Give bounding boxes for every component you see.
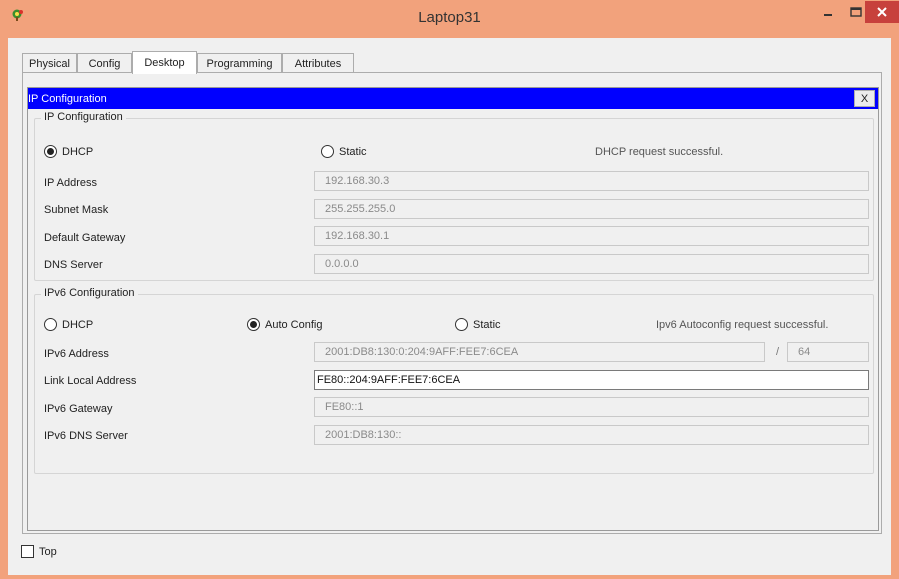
minimize-icon — [824, 14, 832, 16]
ipv6-gateway-label: IPv6 Gateway — [44, 403, 113, 415]
tab-desktop[interactable]: Desktop — [132, 51, 197, 74]
ipv6-dns-server-label: IPv6 DNS Server — [44, 430, 128, 442]
tab-physical[interactable]: Physical — [22, 53, 77, 73]
minimize-button[interactable] — [813, 1, 843, 23]
desktop-tab-panel: IP Configuration X IP Configuration DHCP… — [22, 72, 882, 534]
ip-configuration-header: IP Configuration X — [28, 88, 878, 109]
ip-address-label: IP Address — [44, 177, 97, 189]
ipv4-status-text: DHCP request successful. — [595, 146, 724, 158]
window-title: Laptop31 — [418, 9, 481, 26]
ipv6-static-label: Static — [473, 318, 501, 331]
ipv4-config-group: IP Configuration DHCP Static DHCP reques… — [34, 111, 874, 281]
dns-server-field[interactable]: 0.0.0.0 — [314, 254, 869, 274]
ipv6-prefix-length-field[interactable]: 64 — [787, 342, 869, 362]
ipv6-config-group: IPv6 Configuration DHCP Auto Config Stat… — [34, 287, 874, 474]
ip-address-field[interactable]: 192.168.30.3 — [314, 171, 869, 191]
top-checkbox[interactable]: Top — [21, 545, 57, 558]
ipv6-dhcp-label: DHCP — [62, 318, 94, 331]
ip-configuration-header-title: IP Configuration — [28, 92, 107, 105]
ipv6-static-radio[interactable]: Static — [455, 318, 501, 331]
radio-unselected-icon — [44, 318, 57, 331]
checkbox-unchecked-icon — [21, 545, 34, 558]
ipv6-gateway-field[interactable]: FE80::1 — [314, 397, 869, 417]
ipv4-static-label: Static — [339, 145, 367, 158]
ipv4-static-radio[interactable]: Static — [321, 145, 367, 158]
ipv4-dhcp-radio[interactable]: DHCP — [44, 145, 93, 158]
link-local-address-field[interactable]: FE80::204:9AFF:FEE7:6CEA — [314, 370, 869, 390]
tab-attributes-label: Attributes — [294, 57, 342, 70]
tab-programming-label: Programming — [206, 57, 273, 70]
radio-unselected-icon — [321, 145, 334, 158]
default-gateway-field[interactable]: 192.168.30.1 — [314, 226, 869, 246]
ip-configuration-close-button[interactable]: X — [854, 90, 875, 107]
close-button[interactable] — [865, 1, 899, 23]
ipv6-auto-config-radio[interactable]: Auto Config — [247, 318, 322, 331]
window: Laptop31 Physical Config Desktop Program… — [0, 0, 899, 579]
ip-configuration-close-label: X — [860, 92, 869, 105]
subnet-mask-field[interactable]: 255.255.255.0 — [314, 199, 869, 219]
default-gateway-label: Default Gateway — [44, 232, 126, 244]
client-area: Physical Config Desktop Programming Attr… — [8, 38, 891, 575]
ipv4-dhcp-label: DHCP — [62, 145, 94, 158]
tab-programming[interactable]: Programming — [197, 53, 282, 73]
ipv6-dhcp-radio[interactable]: DHCP — [44, 318, 93, 331]
radio-unselected-icon — [455, 318, 468, 331]
prefix-separator: / — [776, 346, 780, 358]
ipv6-status-text: Ipv6 Autoconfig request successful. — [656, 319, 829, 331]
subnet-mask-label: Subnet Mask — [44, 204, 109, 216]
radio-selected-icon — [44, 145, 57, 158]
ip-configuration-window: IP Configuration X IP Configuration DHCP… — [27, 87, 879, 531]
close-icon — [877, 7, 887, 17]
tab-desktop-label: Desktop — [144, 57, 185, 69]
titlebar[interactable]: Laptop31 — [0, 0, 899, 38]
ipv6-address-label: IPv6 Address — [44, 348, 109, 360]
dns-server-label: DNS Server — [44, 259, 103, 271]
ipv4-group-legend: IP Configuration — [41, 111, 126, 123]
tab-config[interactable]: Config — [77, 53, 132, 73]
radio-selected-icon — [247, 318, 260, 331]
tab-config-label: Config — [88, 57, 121, 70]
link-local-address-label: Link Local Address — [44, 375, 137, 387]
top-checkbox-label: Top — [39, 545, 57, 558]
ipv6-address-field[interactable]: 2001:DB8:130:0:204:9AFF:FEE7:6CEA — [314, 342, 765, 362]
ipv6-group-legend: IPv6 Configuration — [41, 287, 138, 299]
tab-physical-label: Physical — [29, 57, 70, 70]
ipv6-auto-config-label: Auto Config — [265, 318, 323, 331]
tab-attributes[interactable]: Attributes — [282, 53, 354, 73]
maximize-icon — [850, 7, 862, 17]
ipv6-dns-server-field[interactable]: 2001:DB8:130:: — [314, 425, 869, 445]
